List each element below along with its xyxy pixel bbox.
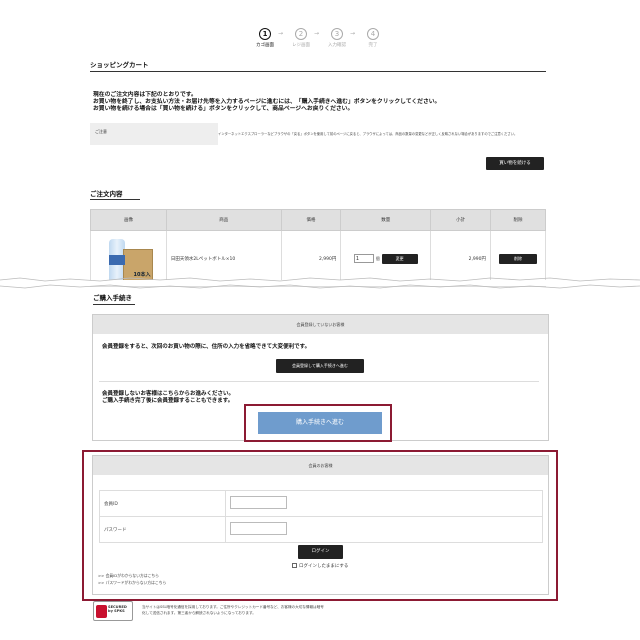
- notice-text: インターネットエクスプローラーなどブラウザの「戻る」ボタンを使用して前のページに…: [218, 132, 518, 136]
- table-row: パスワード: [99, 516, 543, 543]
- ssl-badge-text: SECURED by SPKS: [108, 605, 127, 613]
- member-id-input[interactable]: [230, 496, 287, 509]
- lock-icon: [96, 605, 107, 618]
- table-row: 会員ID: [99, 490, 543, 517]
- step-label: レジ画面: [292, 43, 310, 48]
- step-number: 3: [331, 28, 343, 40]
- password-label: パスワード: [99, 516, 226, 543]
- change-qty-button[interactable]: 変更: [381, 253, 418, 264]
- step-label: 完了: [368, 43, 378, 48]
- step-cart: 1 カゴ画面: [250, 28, 280, 48]
- col-price: 価格: [280, 209, 342, 231]
- delete-button[interactable]: 削除: [499, 253, 537, 264]
- register-text: 会員登録をすると、次回のお買い物の際に、住所の入力を省略できて大変便利です。: [102, 344, 311, 350]
- intro-line: お買い物を続ける場合は「買い物を続ける」ボタンをクリックして、商品ページへお戻り…: [93, 106, 354, 112]
- step-number: 2: [295, 28, 307, 40]
- col-delete: 削除: [490, 209, 546, 231]
- notice-label: ご注意: [90, 123, 218, 145]
- checkout-title: ご購入手続き: [93, 294, 132, 302]
- step-complete: 4 完了: [358, 28, 388, 48]
- table-header: 画像 商品 価格 数量 小計 削除: [90, 209, 546, 231]
- divider: [99, 381, 539, 382]
- continue-shopping-button[interactable]: 買い物を続ける: [486, 157, 544, 170]
- guest-text: 会員登録しないお客様はこちらからお進みください。 ご購入手続き完了後に会員登録す…: [102, 391, 234, 405]
- step-confirm: 3 入力確認: [322, 28, 352, 48]
- divider: [93, 304, 135, 305]
- bottle-label-shape: [109, 254, 126, 265]
- page-title: ショッピングカート: [90, 61, 149, 69]
- step-number: 4: [367, 28, 379, 40]
- ssl-line: by SPKS: [108, 609, 125, 614]
- proceed-to-checkout-button[interactable]: 購入手続きへ進む: [258, 412, 382, 434]
- keep-login-checkbox[interactable]: ログインしたままにする: [292, 563, 348, 569]
- col-subtotal: 小計: [430, 209, 492, 231]
- step-arrow: →: [350, 30, 355, 37]
- checkout-steps: 1 カゴ画面 → 2 レジ画面 → 3 入力確認 → 4 完了: [250, 28, 390, 52]
- intro-line: お買い物を終了し、お支払い方法・お届け先等を入力するページに進むには、「購入手続…: [93, 99, 441, 105]
- password-cell: [225, 516, 543, 543]
- checkbox-icon[interactable]: [292, 563, 297, 568]
- divider: [90, 199, 140, 200]
- guest-panel-title: 会員登録していないお客様: [93, 315, 548, 334]
- step-label: カゴ画面: [256, 43, 274, 48]
- password-input[interactable]: [230, 522, 287, 535]
- col-product: 商品: [165, 209, 282, 231]
- torn-edge: [0, 277, 640, 289]
- qty-unit: 個: [375, 255, 380, 261]
- col-qty: 数量: [340, 209, 432, 231]
- ssl-badge: SECURED by SPKS: [93, 601, 133, 621]
- login-form: 会員ID パスワード: [99, 490, 543, 543]
- forgot-password-link[interactable]: >> パスワードがわからない方はこちら: [98, 580, 166, 586]
- col-image: 画像: [90, 209, 167, 231]
- cart-intro: 現在のご注文内容は下記のとおりです。 お買い物を終了し、お支払い方法・お届け先等…: [93, 92, 440, 113]
- register-and-checkout-button[interactable]: 会員登録して購入手続きへ進む: [276, 359, 364, 373]
- order-title: ご注文内容: [90, 190, 123, 198]
- divider: [90, 71, 546, 72]
- member-id-label: 会員ID: [99, 490, 226, 517]
- keep-login-label: ログインしたままにする: [299, 564, 349, 569]
- quantity-input[interactable]: 1: [353, 254, 374, 263]
- forgot-id-link[interactable]: >> 会員IDがわからない方はこちら: [98, 573, 159, 579]
- ssl-note: 当サイトはSSL暗号化通信を採用しております。ご住所やクレジットカード番号など、…: [142, 604, 324, 616]
- step-register: 2 レジ画面: [286, 28, 316, 48]
- member-id-cell: [225, 490, 543, 517]
- guest-text-line: 会員登録しないお客様はこちらからお進みください。: [102, 391, 235, 397]
- step-number: 1: [259, 28, 271, 40]
- intro-line: 現在のご注文内容は下記のとおりです。: [93, 92, 197, 98]
- step-arrow: →: [314, 30, 319, 37]
- ssl-note-line: 化して送信されます。第三者から解読されないようになっております。: [142, 611, 256, 615]
- guest-text-line: ご購入手続き完了後に会員登録することもできます。: [102, 398, 234, 404]
- login-button[interactable]: ログイン: [298, 545, 343, 559]
- step-arrow: →: [278, 30, 283, 37]
- member-panel-title: 会員のお客様: [93, 456, 548, 475]
- step-label: 入力確認: [328, 43, 346, 48]
